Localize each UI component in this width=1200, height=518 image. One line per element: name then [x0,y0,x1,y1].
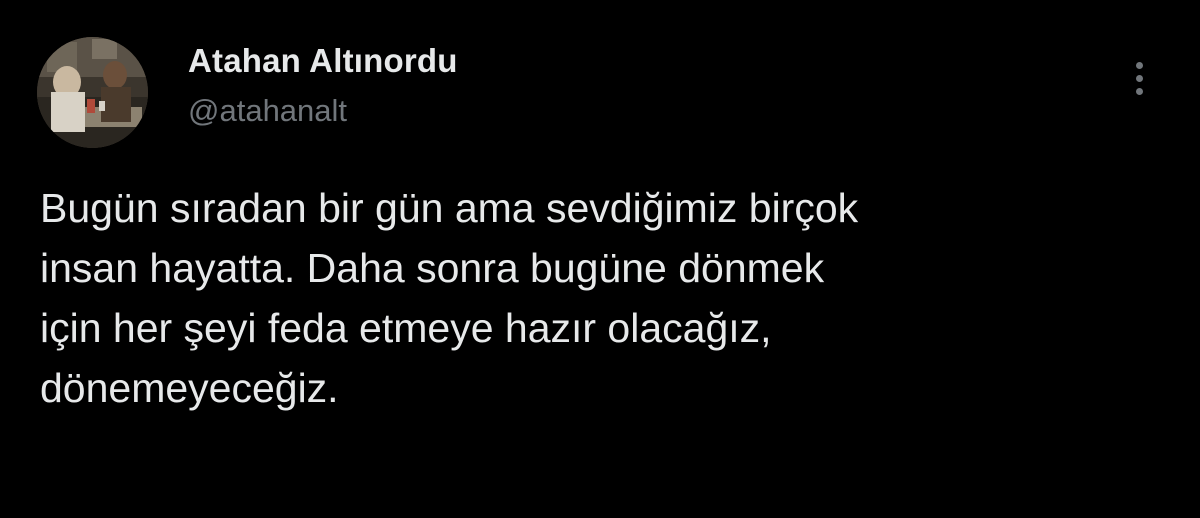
tweet-text-line: insan hayatta. Daha sonra bugüne dönmek [40,245,825,291]
avatar-photo [37,37,148,148]
avatar[interactable] [37,37,148,148]
tweet-text-line: Bugün sıradan bir gün ama sevdiğimiz bir… [40,185,859,231]
more-dot [1136,62,1143,69]
more-dot [1136,75,1143,82]
tweet-text: Bugün sıradan bir gün ama sevdiğimiz bir… [40,178,1140,418]
display-name[interactable]: Atahan Altınordu [188,42,458,80]
tweet-card: Atahan Altınordu @atahanalt Bugün sırada… [0,0,1200,518]
user-handle[interactable]: @atahanalt [188,93,347,129]
more-options-icon[interactable] [1124,56,1154,100]
tweet-text-line: dönemeyeceğiz. [40,365,339,411]
tweet-text-line: için her şeyi feda etmeye hazır olacağız… [40,305,772,351]
more-dot [1136,88,1143,95]
